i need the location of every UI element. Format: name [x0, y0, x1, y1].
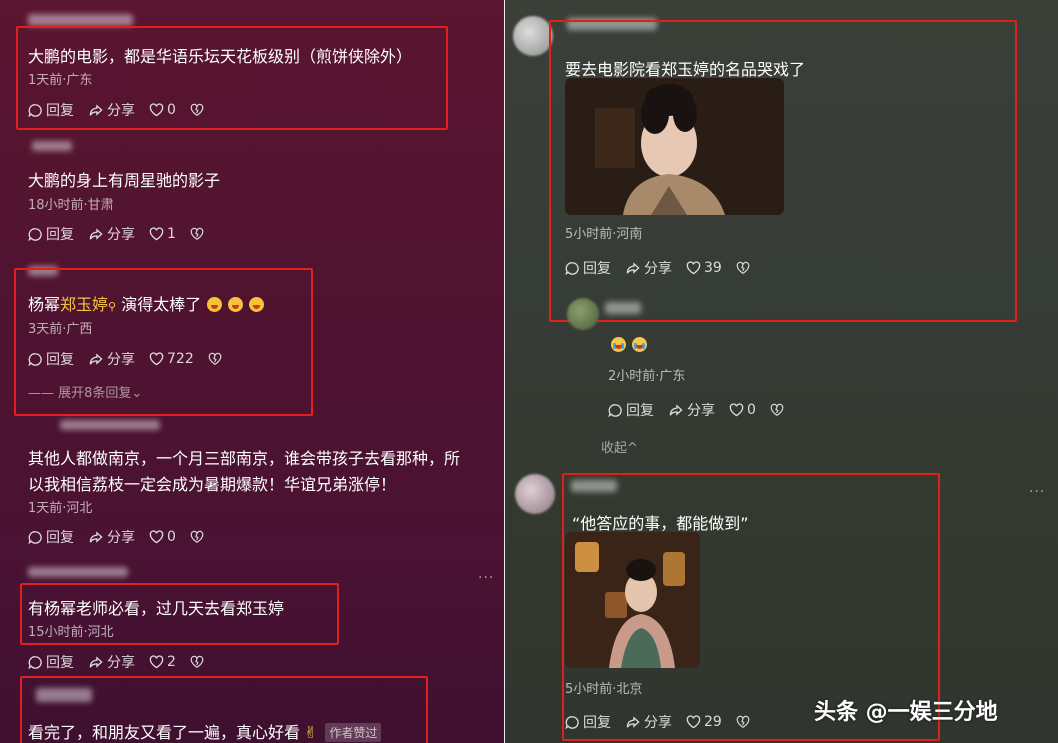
comment-actions: 回复 分享 0 — [28, 527, 207, 547]
share-label: 分享 — [107, 227, 135, 243]
share-icon — [89, 227, 103, 240]
right-comment-panel: 要去电影院看郑玉婷的名品哭戏了 5小时前·河南 回复 分享 39 2小时前·广东… — [505, 0, 1058, 743]
collapse-replies-link[interactable]: 收起^ — [601, 437, 638, 456]
dislike-button[interactable] — [190, 227, 207, 241]
share-label: 分享 — [107, 530, 135, 546]
comment-text-line: 其他人都做南京，一个月三部南京，谁会带孩子去看那种，所 — [28, 449, 461, 468]
avatar[interactable] — [515, 474, 555, 514]
reply-button[interactable]: 回复 — [28, 527, 74, 547]
avatar[interactable] — [567, 298, 599, 330]
username-blurred — [32, 141, 72, 151]
share-label: 分享 — [687, 403, 715, 419]
heart-icon — [149, 655, 164, 669]
reply-label: 回复 — [626, 403, 654, 419]
comment-meta: 2小时前·广东 — [608, 369, 686, 384]
reply-icon — [28, 227, 42, 241]
collapse-label: 收起 — [601, 441, 628, 456]
highlight-box — [20, 676, 428, 743]
like-button[interactable]: 2 — [149, 654, 176, 670]
heart-icon — [729, 403, 744, 417]
like-count: 0 — [747, 402, 756, 418]
dislike-button[interactable] — [190, 655, 207, 669]
comment-actions: 回复 分享 1 — [28, 224, 207, 244]
username-blurred — [28, 14, 133, 26]
reply-icon — [608, 403, 622, 417]
reply-button[interactable]: 回复 — [28, 224, 74, 244]
broken-heart-icon — [190, 227, 204, 240]
share-icon — [89, 530, 103, 543]
comment-meta: 1天前·河北 — [28, 501, 93, 516]
like-button[interactable]: 0 — [149, 529, 176, 545]
broken-heart-icon — [770, 403, 784, 416]
like-button[interactable]: 1 — [149, 226, 176, 242]
heart-icon — [149, 530, 164, 544]
comment-meta: 18小时前·甘肃 — [28, 198, 114, 213]
share-button[interactable]: 分享 — [668, 400, 715, 420]
share-button[interactable]: 分享 — [88, 224, 135, 244]
reply-label: 回复 — [46, 530, 74, 546]
reply-icon — [28, 530, 42, 544]
broken-heart-icon — [190, 655, 204, 668]
share-icon — [89, 655, 103, 668]
highlight-box — [14, 268, 313, 416]
reply-label: 回复 — [46, 655, 74, 671]
username-blurred — [60, 420, 160, 430]
share-icon — [669, 403, 683, 416]
reply-button[interactable]: 回复 — [608, 400, 654, 420]
highlight-box — [549, 20, 1017, 322]
username-blurred — [605, 302, 641, 314]
highlight-box — [20, 583, 339, 645]
like-button[interactable]: 0 — [729, 402, 756, 418]
highlight-box — [16, 26, 448, 130]
share-button[interactable]: 分享 — [88, 652, 135, 672]
comment-actions: 回复 分享 0 — [608, 400, 787, 420]
more-options-icon[interactable]: ··· — [1029, 484, 1045, 500]
like-count: 2 — [167, 654, 176, 670]
dislike-button[interactable] — [190, 530, 207, 544]
broken-heart-icon — [190, 530, 204, 543]
share-label: 分享 — [107, 655, 135, 671]
more-options-icon[interactable]: ··· — [478, 570, 494, 586]
reply-icon — [28, 655, 42, 669]
crying-emoji-icon — [632, 337, 647, 352]
share-button[interactable]: 分享 — [88, 527, 135, 547]
like-count: 0 — [167, 529, 176, 545]
comment-actions: 回复 分享 2 — [28, 652, 207, 672]
crying-emoji-icon — [611, 337, 626, 352]
like-count: 1 — [167, 226, 176, 242]
avatar[interactable] — [513, 16, 553, 56]
reply-label: 回复 — [46, 227, 74, 243]
comment-text-line: 以我相信荔枝一定会成为暑期爆款！华谊兄弟涨停！ — [28, 475, 397, 494]
dislike-button[interactable] — [770, 403, 787, 417]
username-blurred — [28, 567, 128, 577]
watermark: 头条 @一娱三分地 — [814, 700, 998, 725]
comment-emojis — [611, 335, 647, 354]
left-comment-panel: 大鹏的电影，都是华语乐坛天花板级别（煎饼侠除外） 1天前·广东 回复 分享 0 … — [0, 0, 505, 743]
heart-icon — [149, 227, 164, 241]
reply-button[interactable]: 回复 — [28, 652, 74, 672]
comment-text: 大鹏的身上有周星驰的影子 — [28, 171, 221, 190]
